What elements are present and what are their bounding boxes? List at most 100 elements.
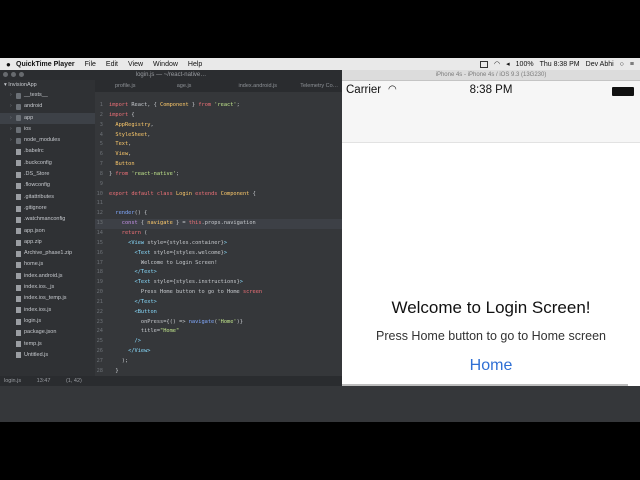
- status-file[interactable]: login.js: [4, 378, 21, 384]
- code-line: 2 import {: [99, 111, 135, 118]
- folder-icon: [16, 137, 21, 144]
- tree-file[interactable]: app.zip: [0, 237, 95, 248]
- battery-percent[interactable]: 100%: [516, 61, 534, 68]
- tree-item-label: .gitignore: [24, 204, 47, 211]
- tab-age[interactable]: age.js: [157, 80, 219, 92]
- minimize-window-icon[interactable]: [11, 72, 16, 77]
- tree-file[interactable]: index.ios_temp.js: [0, 293, 95, 304]
- video-frame: ● QuickTime Player File Edit View Window…: [0, 0, 640, 480]
- tree-file[interactable]: temp.js: [0, 339, 95, 350]
- file-icon: [16, 307, 21, 314]
- file-icon: [16, 318, 21, 325]
- home-button[interactable]: Home: [342, 357, 640, 375]
- tree-file[interactable]: .DS_Store: [0, 169, 95, 180]
- code-line: 7 Button: [99, 161, 135, 168]
- code-line: 1 import React, { Component } from 'react…: [99, 102, 240, 108]
- tree-folder[interactable]: › __tests__: [0, 90, 95, 101]
- tree-file[interactable]: Untitled.js: [0, 350, 95, 361]
- zoom-window-icon[interactable]: [19, 72, 24, 77]
- tree-item-label: .DS_Store: [24, 171, 50, 178]
- wifi-status-icon[interactable]: ◠: [494, 60, 500, 68]
- menu-help[interactable]: Help: [188, 61, 202, 68]
- tree-item-label: __tests__: [24, 92, 48, 98]
- tree-folder[interactable]: › android: [0, 101, 95, 112]
- tree-item-label: .babelrc: [24, 148, 44, 155]
- tree-folder[interactable]: › ios: [0, 124, 95, 135]
- tab-profile[interactable]: profile.js: [95, 80, 157, 92]
- code-line: 4 StyleSheet,: [99, 131, 151, 138]
- code-line: 14 return (: [96, 229, 148, 236]
- tree-item-label: app: [24, 114, 34, 121]
- editor-status-bar: login.js 13:47 (1, 42): [0, 376, 342, 386]
- tree-item-label: .flowconfig: [24, 182, 50, 189]
- code-line: 20 Press Home button to go to Home scree…: [96, 289, 263, 296]
- code-line: 9: [99, 180, 103, 187]
- battery-icon: [612, 87, 634, 96]
- tree-file[interactable]: .gitattributes: [0, 192, 95, 203]
- tree-folder[interactable]: › app: [0, 112, 95, 124]
- folder-icon: [16, 126, 21, 133]
- file-icon: [16, 295, 21, 302]
- tree-item-label: index.android.js: [24, 272, 63, 279]
- ios-status-bar: Carrier ◠ 8:38 PM: [342, 81, 640, 101]
- file-icon: [16, 341, 21, 348]
- tree-item-label: Untitled.js: [24, 351, 49, 358]
- tree-item-label: .watchmanconfig: [24, 216, 66, 223]
- status-cursor[interactable]: 13:47: [37, 378, 51, 384]
- volume-icon[interactable]: ◂: [506, 60, 510, 68]
- code-line-current: 13 const { navigate } = this.props.navig…: [95, 219, 342, 229]
- tree-file[interactable]: .flowconfig: [0, 180, 95, 191]
- tab-index-android[interactable]: index.android.js: [219, 80, 281, 92]
- project-root[interactable]: ▾ InvisionApp: [0, 80, 95, 90]
- tree-file[interactable]: app.json: [0, 226, 95, 237]
- tab-telemetry[interactable]: Telemetry Co…: [280, 80, 342, 92]
- menu-window[interactable]: Window: [153, 61, 178, 68]
- project-name: InvisionApp: [8, 82, 37, 88]
- menu-file[interactable]: File: [85, 61, 96, 68]
- tree-file[interactable]: .watchmanconfig: [0, 214, 95, 225]
- tree-item-label: android: [24, 103, 43, 110]
- code-line: 23 onPress={() => navigate('Home')}: [96, 318, 243, 325]
- tree-file[interactable]: .gitignore: [0, 203, 95, 214]
- tree-file[interactable]: .buckconfig: [0, 158, 95, 169]
- close-window-icon[interactable]: [3, 72, 8, 77]
- tree-file[interactable]: Archive_phase1.zip: [0, 248, 95, 259]
- screen-record-icon[interactable]: [480, 60, 489, 68]
- simulator-screen: Carrier ◠ 8:38 PM Welcome to Login Scree…: [342, 81, 640, 386]
- file-icon: [16, 250, 21, 257]
- tree-item-label: index.ios._js: [24, 284, 55, 291]
- file-icon: [16, 228, 21, 235]
- tree-file[interactable]: home.js: [0, 259, 95, 270]
- code-line: 22 <Button: [96, 308, 157, 315]
- menu-edit[interactable]: Edit: [106, 61, 118, 68]
- welcome-text: Welcome to Login Screen!: [391, 298, 591, 317]
- file-icon: [16, 216, 21, 223]
- code-editor[interactable]: 1 import React, { Component } from 'react…: [95, 92, 342, 376]
- code-line: 10 export default class Login extends Com…: [96, 190, 256, 197]
- tree-file[interactable]: index.ios.js: [0, 305, 95, 316]
- tree-file[interactable]: index.android.js: [0, 271, 95, 282]
- code-line: 16 <Text style={styles.welcome}>: [96, 249, 228, 256]
- menu-app-name[interactable]: QuickTime Player: [16, 61, 75, 68]
- spotlight-icon[interactable]: ○: [620, 61, 624, 68]
- file-icon: [16, 284, 21, 291]
- apple-icon[interactable]: ●: [6, 60, 16, 69]
- menu-user[interactable]: Dev Abhi: [586, 61, 614, 68]
- tree-file[interactable]: index.ios._js: [0, 282, 95, 293]
- file-icon: [16, 352, 21, 359]
- tree-file[interactable]: .babelrc: [0, 146, 95, 157]
- tree-item-label: Archive_phase1.zip: [24, 250, 73, 257]
- tree-folder[interactable]: › node_modules: [0, 135, 95, 146]
- menu-view[interactable]: View: [128, 61, 143, 68]
- code-line: 25 />: [96, 338, 141, 345]
- tree-item-label: package.json: [24, 329, 57, 336]
- notification-center-icon[interactable]: ≡: [630, 61, 634, 68]
- tree-file[interactable]: package.json: [0, 327, 95, 338]
- folder-icon: [16, 92, 21, 99]
- tree-file[interactable]: login.js: [0, 316, 95, 327]
- tree-item-label: home.js: [24, 261, 44, 268]
- instructions-text: Press Home button to go to Home screen: [376, 329, 606, 343]
- file-icon: [16, 171, 21, 178]
- menu-clock[interactable]: Thu 8:38 PM: [540, 61, 580, 68]
- simulator-scrollbar[interactable]: [342, 384, 628, 386]
